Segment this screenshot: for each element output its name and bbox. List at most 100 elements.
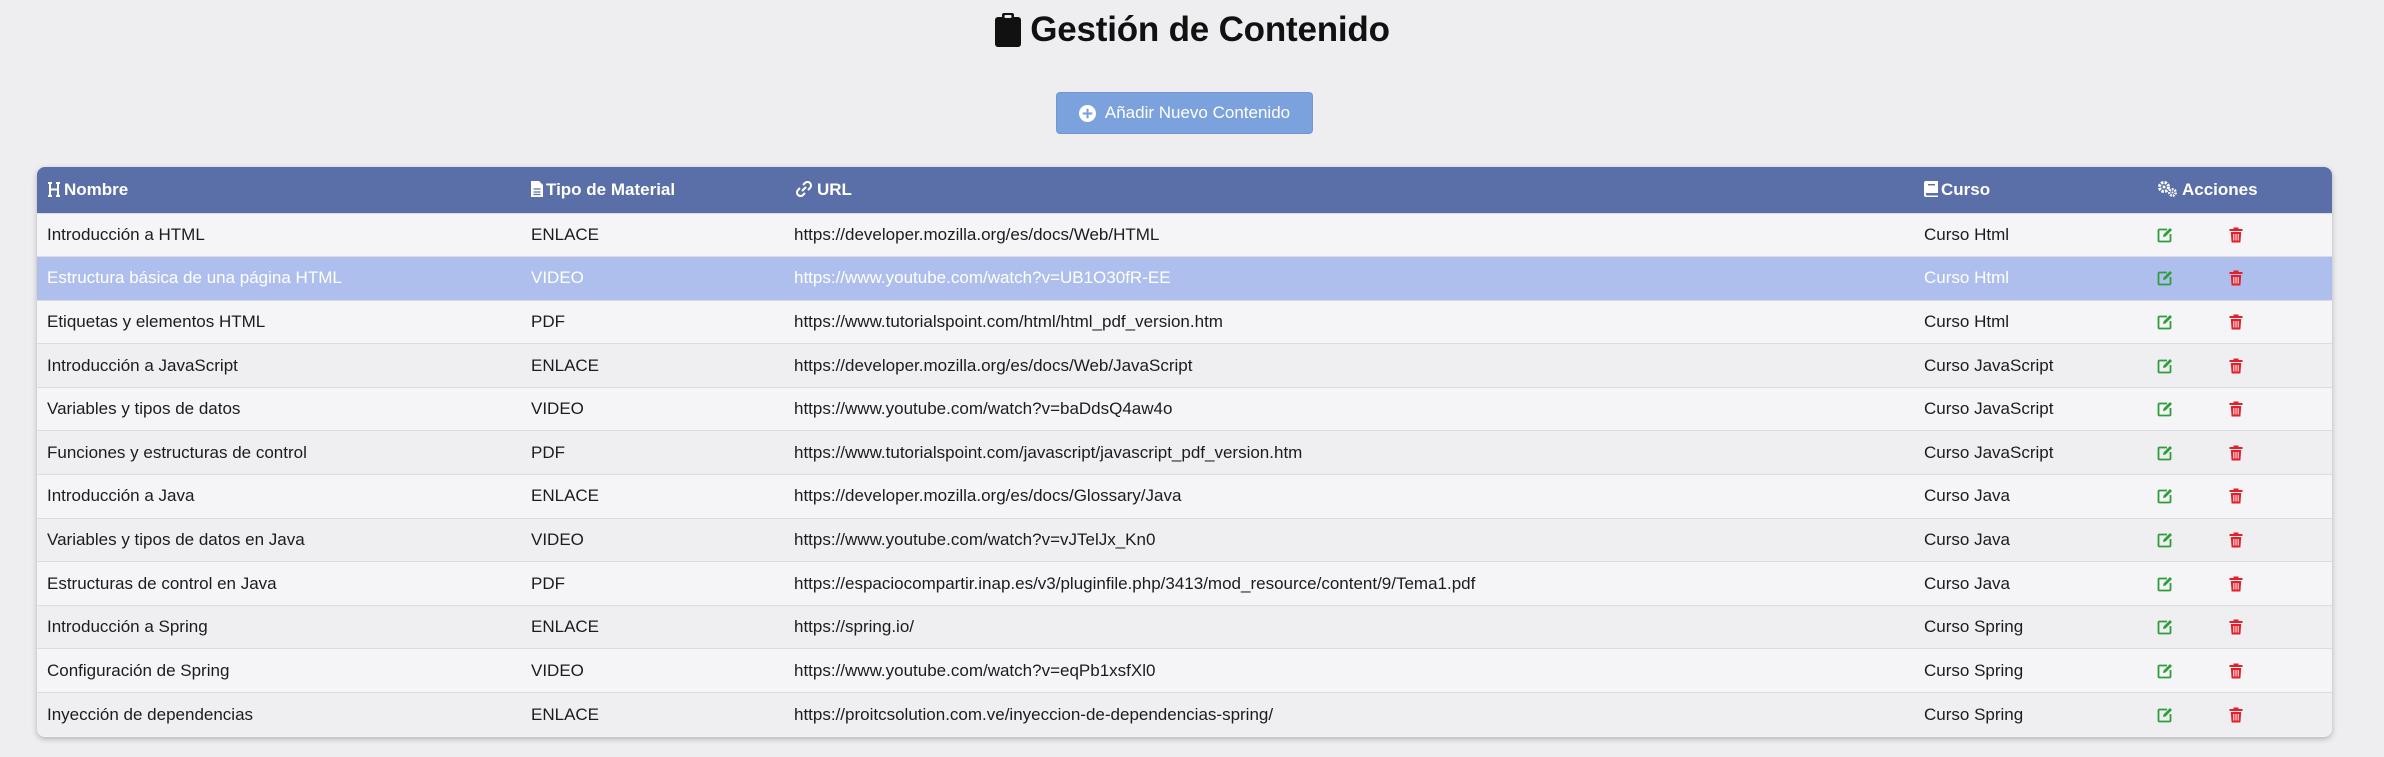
- edit-icon[interactable]: [2157, 270, 2173, 286]
- column-header-acciones: Acciones: [2147, 167, 2332, 213]
- edit-icon[interactable]: [2157, 619, 2173, 635]
- link-icon: [795, 180, 813, 197]
- table-row[interactable]: Inyección de dependencias ENLACE https://p…: [37, 692, 2332, 737]
- cell-nombre: Introducción a HTML: [47, 224, 205, 244]
- cell-acciones: [2147, 693, 2332, 737]
- trash-icon[interactable]: [2228, 401, 2244, 417]
- cell-nombre: Variables y tipos de datos: [47, 399, 241, 419]
- trash-icon[interactable]: [2228, 532, 2244, 548]
- page-header: Gestión de Contenido: [0, 8, 2384, 52]
- column-header-nombre-label: Nombre: [64, 179, 129, 199]
- cell-curso: Curso Spring: [1924, 617, 2024, 637]
- edit-icon[interactable]: [2157, 532, 2173, 548]
- trash-icon[interactable]: [2228, 576, 2244, 592]
- table-row[interactable]: Introducción a Java ENLACE https://develop…: [37, 474, 2332, 519]
- cell-tipo: ENLACE: [531, 224, 600, 244]
- cell-tipo: VIDEO: [531, 268, 584, 288]
- cell-tipo: VIDEO: [531, 529, 584, 549]
- row-actions: [2157, 270, 2332, 286]
- cell-url: https://www.tutorialspoint.com/javascrip…: [794, 442, 1303, 462]
- cell-nombre: Estructuras de control en Java: [47, 573, 277, 593]
- trash-icon[interactable]: [2228, 619, 2244, 635]
- cell-acciones: [2147, 387, 2332, 431]
- row-actions: [2157, 576, 2332, 592]
- cell-url: https://espaciocompartir.inap.es/v3/plug…: [794, 573, 1476, 593]
- edit-icon[interactable]: [2157, 401, 2173, 417]
- cell-curso: Curso Spring: [1924, 704, 2024, 724]
- trash-icon[interactable]: [2228, 227, 2244, 243]
- content-table: Nombre Tipo de Material URL Curso Accion…: [37, 167, 2332, 737]
- trash-icon[interactable]: [2228, 488, 2244, 504]
- column-header-acciones-label: Acciones: [2182, 179, 2258, 199]
- row-actions: [2157, 401, 2332, 417]
- trash-icon[interactable]: [2228, 445, 2244, 461]
- table-row[interactable]: Introducción a Spring ENLACE https://sprin…: [37, 605, 2332, 649]
- add-content-button[interactable]: Añadir Nuevo Contenido: [1056, 92, 1313, 134]
- row-actions: [2157, 532, 2332, 548]
- cell-acciones: [2147, 344, 2332, 388]
- table-row[interactable]: Configuración de Spring VIDEO https://www.…: [37, 648, 2332, 693]
- edit-icon[interactable]: [2157, 663, 2173, 679]
- cell-curso: Curso Java: [1924, 529, 2010, 549]
- book-icon: [1924, 180, 1938, 197]
- cell-url: https://developer.mozilla.org/es/docs/We…: [794, 355, 1193, 375]
- table-row[interactable]: Etiquetas y elementos HTML PDF https://www…: [37, 300, 2332, 344]
- edit-icon[interactable]: [2157, 358, 2173, 374]
- cell-curso: Curso Html: [1924, 224, 2010, 244]
- cell-tipo: VIDEO: [531, 399, 584, 419]
- cell-tipo: PDF: [531, 442, 565, 462]
- cell-tipo: PDF: [531, 311, 565, 331]
- table-row[interactable]: Estructura básica de una página HTML VIDE…: [37, 256, 2332, 301]
- trash-icon[interactable]: [2228, 358, 2244, 374]
- cell-curso: Curso JavaScript: [1924, 355, 2054, 375]
- cell-acciones: [2147, 257, 2332, 301]
- cell-nombre: Configuración de Spring: [47, 660, 230, 680]
- column-header-nombre[interactable]: Nombre: [37, 167, 521, 213]
- table-row[interactable]: Funciones y estructuras de control PDF htt…: [37, 430, 2332, 475]
- cell-curso: Curso Java: [1924, 486, 2010, 506]
- table-row[interactable]: Variables y tipos de datos VIDEO https://w…: [37, 387, 2332, 431]
- cell-curso: Curso Spring: [1924, 660, 2024, 680]
- cell-acciones: [2147, 213, 2332, 257]
- file-icon: [531, 180, 543, 197]
- column-header-url[interactable]: URL: [784, 167, 1914, 213]
- table-row[interactable]: Introducción a HTML ENLACE https://develop…: [37, 213, 2332, 257]
- cell-acciones: [2147, 605, 2332, 649]
- cell-curso: Curso JavaScript: [1924, 442, 2054, 462]
- content-table-container: Nombre Tipo de Material URL Curso Accion…: [37, 167, 2332, 737]
- row-actions: [2157, 358, 2332, 374]
- edit-icon[interactable]: [2157, 227, 2173, 243]
- trash-icon[interactable]: [2228, 314, 2244, 330]
- column-header-curso[interactable]: Curso: [1914, 167, 2147, 213]
- edit-icon[interactable]: [2157, 576, 2173, 592]
- cell-curso: Curso Html: [1924, 268, 2010, 288]
- cell-nombre: Etiquetas y elementos HTML: [47, 311, 266, 331]
- cell-nombre: Inyección de dependencias: [47, 704, 254, 724]
- heading-icon: [48, 181, 60, 197]
- cell-acciones: [2147, 649, 2332, 693]
- edit-icon[interactable]: [2157, 707, 2173, 723]
- edit-icon[interactable]: [2157, 314, 2173, 330]
- column-header-tipo[interactable]: Tipo de Material: [521, 167, 784, 213]
- cell-tipo: ENLACE: [531, 617, 600, 637]
- cell-acciones: [2147, 431, 2332, 475]
- plus-circle-icon: [1078, 104, 1096, 122]
- table-row[interactable]: Variables y tipos de datos en Java VIDEO h…: [37, 518, 2332, 562]
- edit-icon[interactable]: [2157, 445, 2173, 461]
- row-actions: [2157, 488, 2332, 504]
- row-actions: [2157, 663, 2332, 679]
- cell-nombre: Introducción a Java: [47, 486, 195, 506]
- trash-icon[interactable]: [2228, 270, 2244, 286]
- cell-url: https://www.tutorialspoint.com/html/html…: [794, 311, 1223, 331]
- table-row[interactable]: Estructuras de control en Java PDF https:/…: [37, 561, 2332, 606]
- trash-icon[interactable]: [2228, 707, 2244, 723]
- column-header-tipo-label: Tipo de Material: [546, 179, 676, 199]
- cell-url: https://proitcsolution.com.ve/inyeccion-…: [794, 704, 1274, 724]
- row-actions: [2157, 707, 2332, 723]
- table-row[interactable]: Introducción a JavaScript ENLACE https://d…: [37, 343, 2332, 388]
- cell-url: https://developer.mozilla.org/es/docs/We…: [794, 224, 1160, 244]
- edit-icon[interactable]: [2157, 488, 2173, 504]
- trash-icon[interactable]: [2228, 663, 2244, 679]
- content-management-page: Gestión de Contenido Añadir Nuevo Conten…: [0, 0, 2384, 757]
- cell-curso: Curso Html: [1924, 311, 2010, 331]
